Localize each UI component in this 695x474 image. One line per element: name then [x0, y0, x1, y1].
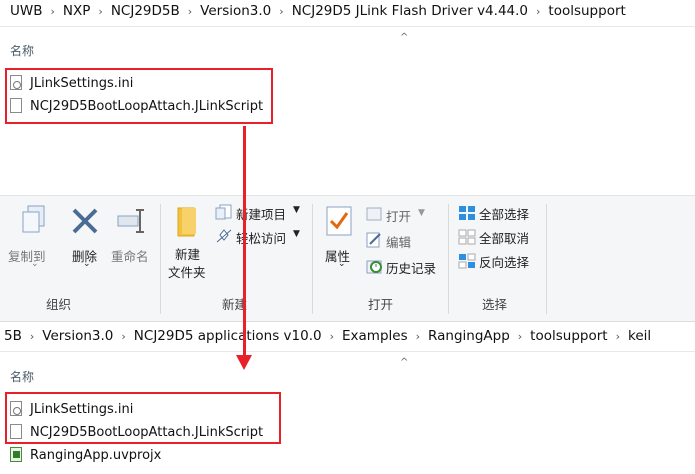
dropdown-arrow-icon: ▼	[418, 208, 425, 218]
breadcrumb-seg[interactable]: Version3.0	[196, 3, 275, 19]
copy-to-icon	[20, 204, 48, 240]
breadcrumb-seg[interactable]: Version3.0	[38, 328, 117, 344]
group-divider	[312, 204, 313, 314]
breadcrumb-divider	[0, 26, 695, 27]
highlight-box	[5, 392, 281, 444]
breadcrumb-seg[interactable]: NCJ29D5B	[107, 3, 184, 19]
chevron-right-icon: ›	[29, 329, 35, 343]
edit-button[interactable]: 编辑	[386, 232, 411, 251]
dropdown-arrow-icon: ▼	[293, 229, 300, 239]
chevron-right-icon: ›	[329, 329, 335, 343]
highlight-box	[5, 68, 273, 124]
easy-access-icon	[215, 228, 233, 248]
folder-icon	[176, 206, 200, 242]
sort-ascending-icon: ^	[400, 357, 409, 368]
chevron-right-icon: ›	[121, 329, 126, 343]
breadcrumb-seg[interactable]: keil	[624, 328, 655, 344]
chevron-right-icon: ›	[98, 4, 103, 18]
chevron-down-icon: ⌄	[31, 259, 39, 269]
open-button[interactable]: 打开	[386, 206, 411, 225]
breadcrumb-seg[interactable]: UWB	[6, 3, 47, 19]
breadcrumb-seg[interactable]: 5B	[0, 328, 26, 344]
group-label-organize: 组织	[46, 297, 72, 312]
breadcrumb-seg[interactable]: toolsupport	[526, 328, 611, 344]
chevron-right-icon: ›	[187, 4, 193, 18]
history-icon	[366, 258, 384, 278]
uvprojx-file-icon	[10, 447, 24, 463]
chevron-right-icon: ›	[615, 329, 620, 343]
group-label-open: 打开	[368, 297, 394, 312]
chevron-right-icon: ›	[50, 4, 55, 18]
select-none-icon	[458, 229, 476, 249]
breadcrumb-seg[interactable]: NCJ29D5 applications v10.0	[130, 328, 326, 344]
new-folder-button[interactable]: 新建	[175, 244, 200, 263]
select-none-button[interactable]: 全部取消	[479, 228, 529, 247]
rename-icon	[116, 208, 146, 238]
breadcrumb-divider	[0, 351, 695, 352]
group-label-select: 选择	[482, 297, 508, 312]
dropdown-arrow-icon: ▼	[293, 205, 300, 215]
invert-selection-icon	[458, 253, 476, 273]
invert-selection-button[interactable]: 反向选择	[479, 252, 529, 271]
group-divider	[546, 204, 547, 314]
chevron-right-icon: ›	[279, 4, 284, 18]
new-folder-button-line2[interactable]: 文件夹	[168, 262, 206, 281]
rename-button[interactable]: 重命名	[111, 246, 149, 265]
select-all-icon	[458, 205, 476, 225]
column-header-name[interactable]: 名称	[10, 368, 34, 385]
top-breadcrumb[interactable]: UWB › NXP › NCJ29D5B › Version3.0 › NCJ2…	[6, 0, 630, 22]
delete-x-icon	[70, 206, 100, 240]
breadcrumb-seg[interactable]: toolsupport	[544, 3, 629, 19]
group-divider	[160, 204, 161, 314]
ribbon-toolbar: 复制到 ⌄ 删除 ⌄ 重命名 组织 新建 文件夹 新建项目 ▼ 轻松访问 ▼ 新…	[0, 195, 695, 322]
breadcrumb-seg[interactable]: NXP	[59, 3, 95, 19]
breadcrumb-seg[interactable]: RangingApp	[424, 328, 514, 344]
chevron-right-icon: ›	[415, 329, 421, 343]
history-button[interactable]: 历史记录	[386, 258, 436, 277]
column-header-name[interactable]: 名称	[10, 42, 34, 59]
chevron-right-icon: ›	[517, 329, 523, 343]
chevron-down-icon: ⌄	[83, 259, 91, 269]
file-row[interactable]: RangingApp.uvprojx	[10, 444, 161, 466]
annotation-arrow-shaft	[243, 126, 246, 360]
properties-check-icon	[326, 206, 352, 240]
chevron-right-icon: ›	[536, 4, 541, 18]
edit-icon	[366, 232, 382, 252]
arrow-down-icon	[236, 355, 252, 370]
new-item-icon	[215, 204, 233, 224]
bottom-breadcrumb[interactable]: 5B › Version3.0 › NCJ29D5 applications v…	[0, 325, 655, 347]
chevron-down-icon: ⌄	[338, 259, 346, 269]
breadcrumb-seg[interactable]: NCJ29D5 JLink Flash Driver v4.44.0	[288, 3, 532, 19]
sort-ascending-icon: ^	[400, 32, 409, 43]
file-name: RangingApp.uvprojx	[30, 447, 162, 463]
breadcrumb-seg[interactable]: Examples	[338, 328, 412, 344]
open-icon	[366, 207, 382, 225]
select-all-button[interactable]: 全部选择	[479, 204, 529, 223]
copy-to-button[interactable]: 复制到	[8, 246, 46, 265]
group-divider	[448, 204, 449, 314]
